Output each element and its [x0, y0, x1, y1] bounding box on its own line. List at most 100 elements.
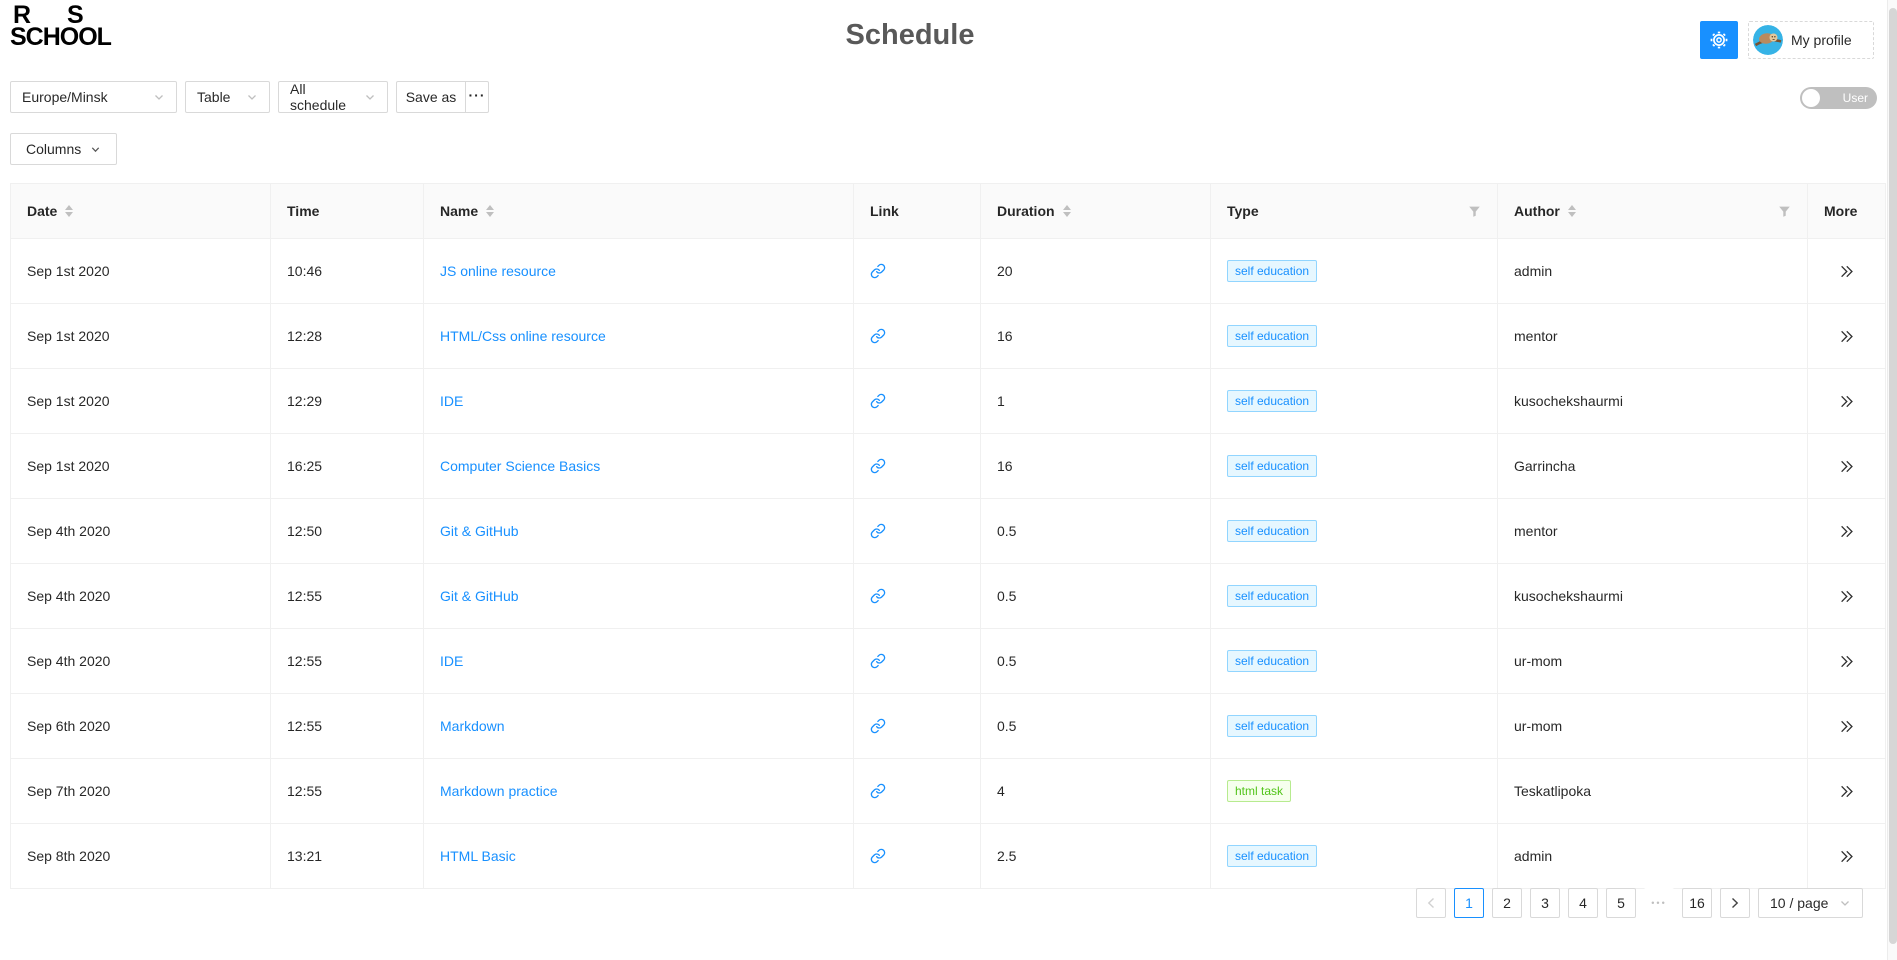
- external-link-button[interactable]: [870, 783, 886, 799]
- cell-more: [1808, 434, 1885, 498]
- pagination-page-16[interactable]: 16: [1682, 888, 1712, 918]
- timezone-select[interactable]: Europe/Minsk: [10, 81, 177, 113]
- cell-time: 13:21: [271, 824, 424, 888]
- link-icon: [870, 523, 886, 539]
- schedule-filter-select[interactable]: All schedule: [278, 81, 388, 113]
- lesson-name-link[interactable]: IDE: [440, 393, 463, 409]
- pagination-jump-forward[interactable]: •••: [1644, 888, 1674, 918]
- cell-link: [854, 629, 981, 693]
- expand-row-button[interactable]: [1839, 719, 1854, 734]
- pagination-page-1[interactable]: 1: [1454, 888, 1484, 918]
- type-tag: self education: [1227, 585, 1318, 607]
- pagination-next-button[interactable]: [1720, 888, 1750, 918]
- lesson-name-link[interactable]: HTML/Css online resource: [440, 328, 606, 344]
- external-link-button[interactable]: [870, 328, 886, 344]
- filter-icon[interactable]: [1778, 205, 1791, 218]
- table-header-row: Date Time Name Link Duration Type Author…: [11, 184, 1885, 239]
- external-link-button[interactable]: [870, 523, 886, 539]
- lesson-name-link[interactable]: Git & GitHub: [440, 588, 519, 604]
- lesson-name-link[interactable]: Markdown practice: [440, 783, 558, 799]
- expand-row-button[interactable]: [1839, 654, 1854, 669]
- pagination-page-4[interactable]: 4: [1568, 888, 1598, 918]
- expand-row-button[interactable]: [1839, 264, 1854, 279]
- sorter-icon[interactable]: [1062, 205, 1071, 217]
- column-header-name[interactable]: Name: [424, 184, 854, 238]
- lesson-name-link[interactable]: Computer Science Basics: [440, 458, 600, 474]
- external-link-button[interactable]: [870, 653, 886, 669]
- cell-time: 12:55: [271, 629, 424, 693]
- schedule-table: Date Time Name Link Duration Type Author…: [10, 183, 1886, 889]
- external-link-button[interactable]: [870, 393, 886, 409]
- column-header-duration[interactable]: Duration: [981, 184, 1211, 238]
- lesson-name-link[interactable]: Markdown: [440, 718, 505, 734]
- table-row: Sep 4th 2020 12:55 Git & GitHub 0.5 self…: [11, 564, 1885, 629]
- page-title: Schedule: [845, 19, 975, 51]
- type-tag: self education: [1227, 325, 1318, 347]
- cell-author: Garrincha: [1498, 434, 1808, 498]
- table-row: Sep 1st 2020 12:28 HTML/Css online resou…: [11, 304, 1885, 369]
- pagination-page-2[interactable]: 2: [1492, 888, 1522, 918]
- expand-row-button[interactable]: [1839, 849, 1854, 864]
- expand-row-button[interactable]: [1839, 459, 1854, 474]
- save-as-button[interactable]: Save as: [396, 81, 466, 113]
- table-row: Sep 4th 2020 12:50 Git & GitHub 0.5 self…: [11, 499, 1885, 564]
- settings-button[interactable]: [1700, 21, 1738, 59]
- link-icon: [870, 458, 886, 474]
- cell-more: [1808, 629, 1885, 693]
- external-link-button[interactable]: [870, 588, 886, 604]
- page-size-select[interactable]: 10 / page: [1758, 888, 1863, 918]
- columns-dropdown-button[interactable]: Columns: [10, 133, 118, 165]
- double-right-chevron-icon: [1839, 849, 1854, 864]
- cell-author: kusochekshaurmi: [1498, 369, 1808, 433]
- cell-link: [854, 824, 981, 888]
- my-profile-button[interactable]: My profile: [1748, 21, 1874, 59]
- external-link-button[interactable]: [870, 458, 886, 474]
- sorter-icon[interactable]: [1567, 205, 1576, 217]
- expand-row-button[interactable]: [1839, 784, 1854, 799]
- column-header-date[interactable]: Date: [11, 184, 271, 238]
- cell-time: 10:46: [271, 239, 424, 303]
- cell-author: ur-mom: [1498, 694, 1808, 758]
- table-row: Sep 1st 2020 16:25 Computer Science Basi…: [11, 434, 1885, 499]
- logo-line-2: SCHOOL: [10, 23, 112, 51]
- scrollbar-thumb[interactable]: [1889, 8, 1897, 944]
- sorter-icon[interactable]: [65, 205, 74, 217]
- column-header-type[interactable]: Type: [1211, 184, 1498, 238]
- expand-row-button[interactable]: [1839, 394, 1854, 409]
- cell-author: Teskatlipoka: [1498, 759, 1808, 823]
- column-header-link: Link: [854, 184, 981, 238]
- pagination-prev-button[interactable]: [1416, 888, 1446, 918]
- lesson-name-link[interactable]: IDE: [440, 653, 463, 669]
- page-size-value: 10 / page: [1770, 895, 1829, 911]
- sorter-icon[interactable]: [486, 205, 495, 217]
- link-icon: [870, 783, 886, 799]
- timezone-select-value: Europe/Minsk: [22, 89, 108, 105]
- expand-row-button[interactable]: [1839, 329, 1854, 344]
- cell-name: Git & GitHub: [424, 564, 854, 628]
- filter-icon[interactable]: [1468, 205, 1481, 218]
- cell-time: 12:55: [271, 694, 424, 758]
- type-tag: self education: [1227, 455, 1318, 477]
- external-link-button[interactable]: [870, 718, 886, 734]
- lesson-name-link[interactable]: JS online resource: [440, 263, 556, 279]
- pagination-page-5[interactable]: 5: [1606, 888, 1636, 918]
- cell-name: HTML Basic: [424, 824, 854, 888]
- column-header-label: Duration: [997, 203, 1055, 219]
- lesson-name-link[interactable]: HTML Basic: [440, 848, 516, 864]
- view-select[interactable]: Table: [185, 81, 270, 113]
- toggle-knob: [1802, 89, 1820, 107]
- external-link-button[interactable]: [870, 263, 886, 279]
- lesson-name-link[interactable]: Git & GitHub: [440, 523, 519, 539]
- expand-row-button[interactable]: [1839, 524, 1854, 539]
- external-link-button[interactable]: [870, 848, 886, 864]
- rs-school-logo[interactable]: R S SCHOOL: [10, 3, 112, 51]
- column-header-label: Time: [287, 203, 320, 219]
- cell-type: self education: [1211, 499, 1498, 563]
- save-as-more-menu-button[interactable]: ···: [465, 81, 489, 113]
- column-header-author[interactable]: Author: [1498, 184, 1808, 238]
- chevron-down-icon: [1839, 897, 1851, 909]
- scrollbar[interactable]: [1887, 0, 1897, 960]
- expand-row-button[interactable]: [1839, 589, 1854, 604]
- user-mode-toggle[interactable]: User: [1800, 87, 1877, 109]
- pagination-page-3[interactable]: 3: [1530, 888, 1560, 918]
